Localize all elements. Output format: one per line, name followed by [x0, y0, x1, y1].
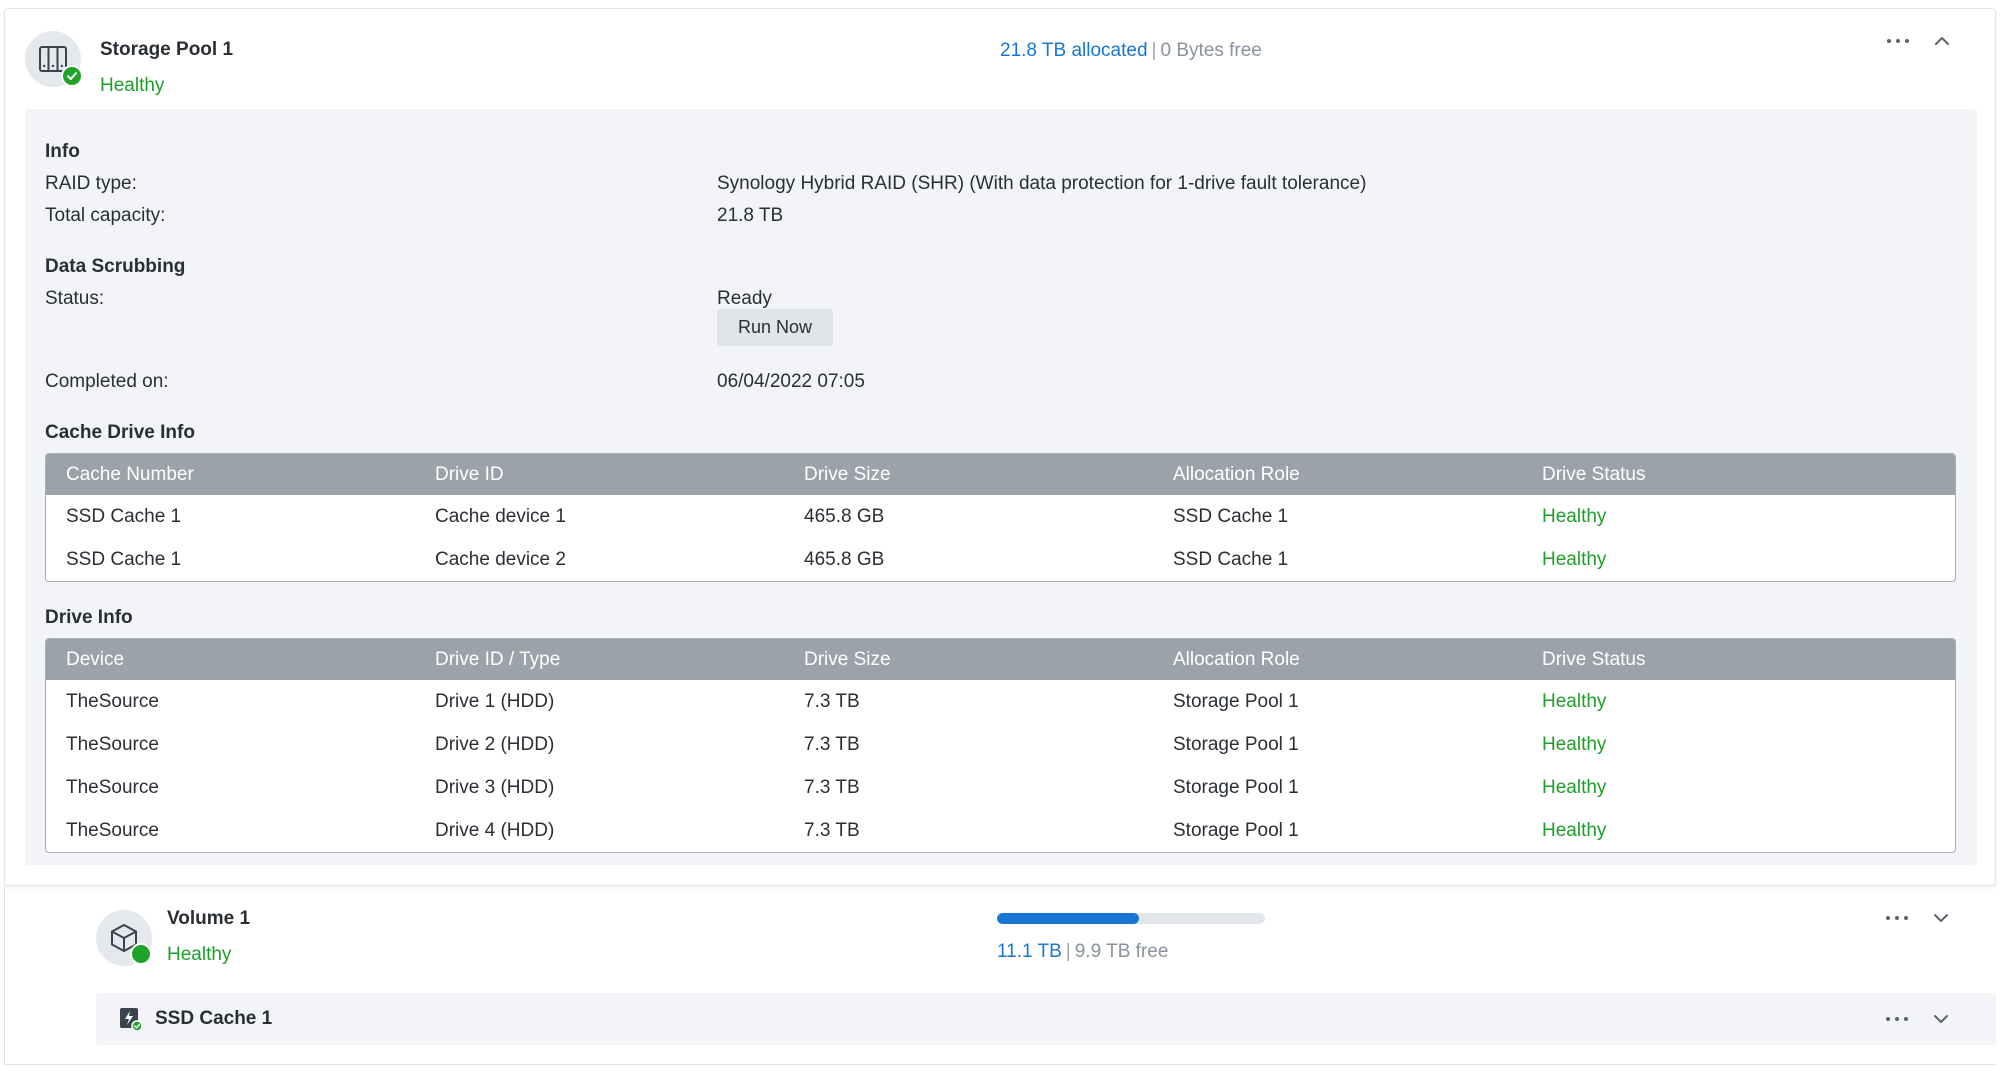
total-capacity-value: 21.8 TB — [717, 205, 784, 226]
volume-status: Healthy — [167, 944, 232, 965]
table-cell: Storage Pool 1 — [1173, 819, 1299, 841]
column-header[interactable]: Drive Size — [784, 649, 1153, 671]
raid-type-value: Synology Hybrid RAID (SHR) (With data pr… — [717, 173, 1367, 194]
completed-on-value: 06/04/2022 07:05 — [717, 371, 865, 392]
table-row[interactable]: TheSource Drive 1 (HDD) 7.3 TB Storage P… — [46, 680, 1955, 723]
table-row[interactable]: SSD Cache 1 Cache device 1 465.8 GB SSD … — [46, 495, 1955, 538]
table-cell: 7.3 TB — [804, 776, 860, 798]
column-header[interactable]: Cache Number — [46, 464, 415, 486]
volume-used-value: 11.1 TB — [997, 941, 1062, 962]
column-header[interactable]: Device — [46, 649, 415, 671]
volume-title: Volume 1 — [167, 908, 251, 929]
volume-usage-fill — [997, 913, 1140, 924]
table-row[interactable]: TheSource Drive 2 (HDD) 7.3 TB Storage P… — [46, 723, 1955, 766]
table-row[interactable]: TheSource Drive 4 (HDD) 7.3 TB Storage P… — [46, 809, 1955, 852]
chevron-down-icon[interactable] — [1931, 908, 1951, 928]
divider — [4, 1064, 1996, 1065]
raid-type-label: RAID type: — [45, 173, 137, 194]
allocated-value: 21.8 TB allocated — [1000, 40, 1148, 61]
info-heading: Info — [45, 141, 80, 162]
table-cell: Storage Pool 1 — [1173, 733, 1299, 755]
table-header: Cache Number Drive ID Drive Size Allocat… — [46, 454, 1955, 495]
table-cell: 7.3 TB — [804, 733, 860, 755]
status-cell: Healthy — [1542, 819, 1607, 841]
table-cell: Cache device 1 — [435, 505, 566, 527]
table-cell: Drive 2 (HDD) — [435, 733, 555, 755]
column-header[interactable]: Allocation Role — [1153, 464, 1522, 486]
storage-pool-icon — [25, 31, 83, 87]
pool-title: Storage Pool 1 — [100, 39, 234, 60]
check-badge-icon — [130, 943, 156, 968]
table-cell: SSD Cache 1 — [66, 505, 182, 527]
separator: | — [1151, 40, 1157, 61]
table-cell: TheSource — [66, 733, 159, 755]
table-cell: TheSource — [66, 819, 159, 841]
ssd-cache-title: SSD Cache 1 — [155, 1008, 273, 1029]
divider — [4, 886, 5, 1064]
column-header[interactable]: Drive Size — [784, 464, 1153, 486]
table-row[interactable]: TheSource Drive 3 (HDD) 7.3 TB Storage P… — [46, 766, 1955, 809]
cache-drive-table: Cache Number Drive ID Drive Size Allocat… — [45, 453, 1956, 582]
table-cell: Cache device 2 — [435, 548, 566, 570]
volume-more-button[interactable] — [1883, 908, 1911, 928]
table-cell: SSD Cache 1 — [1173, 548, 1289, 570]
scrub-status-value: Ready — [717, 288, 772, 309]
table-cell: 465.8 GB — [804, 505, 885, 527]
status-cell: Healthy — [1542, 733, 1607, 755]
pool-allocation: 21.8 TB allocated | 0 Bytes free — [1000, 40, 1262, 62]
pool-status: Healthy — [100, 75, 165, 96]
separator: | — [1065, 941, 1071, 962]
free-value: 0 Bytes free — [1160, 40, 1262, 61]
volume-usage-bar — [997, 913, 1265, 924]
table-cell: SSD Cache 1 — [66, 548, 182, 570]
table-cell: Drive 1 (HDD) — [435, 690, 555, 712]
table-cell: Storage Pool 1 — [1173, 690, 1299, 712]
table-cell: TheSource — [66, 690, 159, 712]
table-row[interactable]: SSD Cache 1 Cache device 2 465.8 GB SSD … — [46, 538, 1955, 581]
volume-free-value: 9.9 TB free — [1074, 941, 1169, 962]
column-header[interactable]: Allocation Role — [1153, 649, 1522, 671]
drive-info-table: Device Drive ID / Type Drive Size Alloca… — [45, 638, 1956, 853]
ssd-cache-row[interactable]: SSD Cache 1 — [96, 993, 1996, 1045]
ssd-cache-more-button[interactable] — [1883, 1009, 1911, 1029]
column-header[interactable]: Drive ID / Type — [415, 649, 784, 671]
pool-more-button[interactable] — [1884, 31, 1912, 51]
table-cell: Storage Pool 1 — [1173, 776, 1299, 798]
table-header: Device Drive ID / Type Drive Size Alloca… — [46, 639, 1955, 680]
drive-info-heading: Drive Info — [45, 607, 133, 628]
total-capacity-label: Total capacity: — [45, 205, 166, 226]
table-cell: 7.3 TB — [804, 819, 860, 841]
column-header[interactable]: Drive ID — [415, 464, 784, 486]
table-cell: SSD Cache 1 — [1173, 505, 1289, 527]
table-cell: 465.8 GB — [804, 548, 885, 570]
table-cell: Drive 3 (HDD) — [435, 776, 555, 798]
scrub-status-label: Status: — [45, 288, 105, 309]
check-badge-icon — [61, 65, 83, 87]
chevron-up-icon[interactable] — [1932, 31, 1952, 51]
status-cell: Healthy — [1542, 690, 1607, 712]
status-cell: Healthy — [1542, 548, 1607, 570]
column-header[interactable]: Drive Status — [1522, 649, 1891, 671]
data-scrubbing-heading: Data Scrubbing — [45, 256, 186, 277]
run-now-button[interactable]: Run Now — [717, 309, 833, 346]
cache-drive-info-heading: Cache Drive Info — [45, 422, 195, 443]
storage-pool-card: Storage Pool 1 Healthy 21.8 TB allocated… — [4, 8, 1996, 886]
status-cell: Healthy — [1542, 776, 1607, 798]
volume-cube-icon — [96, 910, 156, 968]
volume-usage: 11.1 TB | 9.9 TB free — [997, 941, 1168, 963]
chevron-down-icon[interactable] — [1931, 1009, 1951, 1029]
ssd-cache-icon — [118, 1007, 143, 1032]
pool-details-panel: Info RAID type: Synology Hybrid RAID (SH… — [25, 109, 1977, 865]
table-cell: 7.3 TB — [804, 690, 860, 712]
column-header[interactable]: Drive Status — [1522, 464, 1891, 486]
completed-on-label: Completed on: — [45, 371, 169, 392]
status-cell: Healthy — [1542, 505, 1607, 527]
table-cell: Drive 4 (HDD) — [435, 819, 555, 841]
table-cell: TheSource — [66, 776, 159, 798]
